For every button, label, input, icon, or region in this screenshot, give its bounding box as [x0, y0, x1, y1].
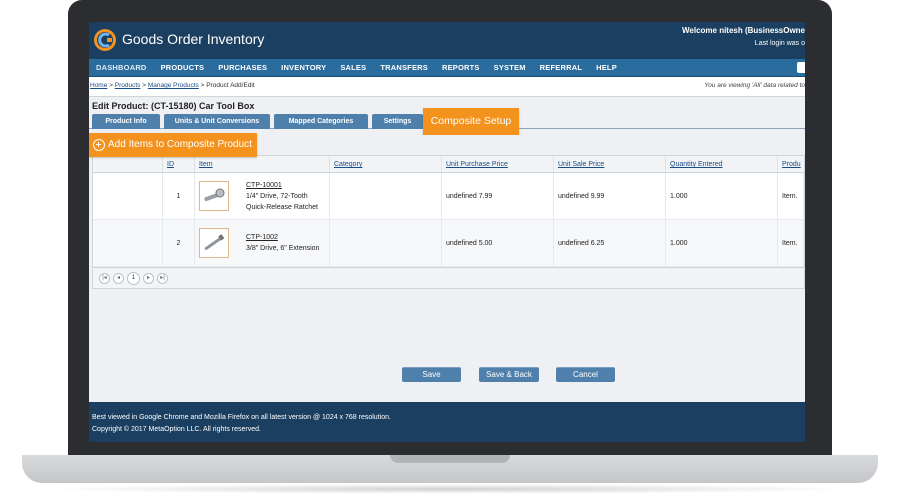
- tab-units-conversions[interactable]: Units & Unit Conversions: [164, 114, 270, 129]
- row-category: [330, 220, 442, 266]
- app-screen: Goods Order Inventory Welcome nitesh (Bu…: [89, 22, 805, 442]
- laptop-notch: [390, 455, 510, 463]
- table-row[interactable]: 1 CTP-10001 1/4" Drive, 72-Tooth Quick-R…: [93, 173, 804, 220]
- row-select-cell[interactable]: [93, 220, 163, 266]
- main-nav: DASHBOARD PRODUCTS PURCHASES INVENTORY S…: [89, 59, 805, 77]
- tab-product-info[interactable]: Product Info: [92, 114, 160, 129]
- cancel-button[interactable]: Cancel: [556, 367, 615, 382]
- column-header-item[interactable]: Item: [195, 156, 330, 172]
- column-header-id[interactable]: ID: [163, 156, 195, 172]
- nav-transfers[interactable]: TRANSFERS: [373, 63, 435, 72]
- row-unit-purchase-price: undefined 7.99: [442, 173, 554, 219]
- row-id: 2: [163, 220, 195, 266]
- footer-browser-note: Best viewed in Google Chrome and Mozilla…: [92, 414, 391, 421]
- grid-header-select: [93, 156, 163, 172]
- item-description: 1/4" Drive, 72-Tooth Quick-Release Ratch…: [246, 192, 318, 211]
- nav-purchases[interactable]: PURCHASES: [211, 63, 274, 72]
- first-page-icon[interactable]: |◂: [99, 273, 110, 284]
- row-item: CTP-1002 3/8" Drive, 6" Extension: [195, 220, 330, 266]
- ratchet-image: [199, 181, 229, 211]
- last-login-text: Last login was o: [754, 40, 805, 47]
- app-title: Goods Order Inventory: [122, 31, 265, 47]
- save-button[interactable]: Save: [402, 367, 461, 382]
- table-row[interactable]: 2 CTP-1002 3/8" Drive, 6" Extension unde…: [93, 220, 804, 267]
- add-items-button[interactable]: Add Items to Composite Product: [89, 133, 257, 157]
- footer-copyright: Copyright © 2017 MetaOption LLC. All rig…: [92, 426, 261, 433]
- row-id: 1: [163, 173, 195, 219]
- tab-mapped-categories[interactable]: Mapped Categories: [274, 114, 368, 129]
- save-back-button[interactable]: Save & Back: [479, 367, 539, 382]
- row-select-cell[interactable]: [93, 173, 163, 219]
- row-unit-sale-price: undefined 9.99: [554, 173, 666, 219]
- row-item: CTP-10001 1/4" Drive, 72-Tooth Quick-Rel…: [195, 173, 330, 219]
- nav-dashboard[interactable]: DASHBOARD: [89, 63, 154, 72]
- product-tabs: Product Info Units & Unit Conversions Ma…: [92, 114, 423, 129]
- item-text: CTP-10001 1/4" Drive, 72-Tooth Quick-Rel…: [246, 180, 326, 213]
- grid-pager: |◂ ◂ 1 ▸ ▸|: [92, 269, 805, 289]
- breadcrumb: Home > Products > Manage Products > Prod…: [90, 82, 255, 89]
- nav-help[interactable]: HELP: [589, 63, 624, 72]
- nav-reports[interactable]: REPORTS: [435, 63, 487, 72]
- nav-sales[interactable]: SALES: [333, 63, 373, 72]
- breadcrumb-home[interactable]: Home: [90, 82, 107, 89]
- viewing-note: You are viewing 'All' data related to: [704, 82, 805, 89]
- page-title: Edit Product: (CT-15180) Car Tool Box: [92, 101, 255, 111]
- row-product-type: Item.: [778, 173, 804, 219]
- item-code-link[interactable]: CTP-1002: [246, 234, 278, 241]
- extension-bar-image: [199, 228, 229, 258]
- item-description: 3/8" Drive, 6" Extension: [246, 245, 320, 252]
- add-items-label: Add Items to Composite Product: [108, 139, 252, 150]
- nav-system[interactable]: SYSTEM: [487, 63, 533, 72]
- row-quantity: 1.000: [666, 173, 778, 219]
- app-footer: Best viewed in Google Chrome and Mozilla…: [89, 402, 805, 442]
- tab-settings[interactable]: Settings: [372, 114, 423, 129]
- breadcrumb-products[interactable]: Products: [115, 82, 141, 89]
- row-unit-purchase-price: undefined 5.00: [442, 220, 554, 266]
- nav-referral[interactable]: REFERRAL: [533, 63, 589, 72]
- breadcrumb-bar: Home > Products > Manage Products > Prod…: [89, 77, 805, 97]
- breadcrumb-manage-products[interactable]: Manage Products: [148, 82, 199, 89]
- column-header-category[interactable]: Category: [330, 156, 442, 172]
- logo-icon[interactable]: [93, 28, 117, 52]
- next-page-icon[interactable]: ▸: [143, 273, 154, 284]
- item-text: CTP-1002 3/8" Drive, 6" Extension: [246, 232, 326, 254]
- current-page-number[interactable]: 1: [127, 272, 140, 285]
- app-header: Goods Order Inventory Welcome nitesh (Bu…: [89, 22, 805, 59]
- prev-page-icon[interactable]: ◂: [113, 273, 124, 284]
- nav-inventory[interactable]: INVENTORY: [274, 63, 333, 72]
- plus-circle-icon: [93, 139, 105, 151]
- nav-search-box[interactable]: [797, 62, 805, 73]
- last-page-icon[interactable]: ▸|: [157, 273, 168, 284]
- nav-products[interactable]: PRODUCTS: [154, 63, 212, 72]
- breadcrumb-current: Product Add/Edit: [206, 82, 255, 89]
- laptop-shadow: [40, 484, 860, 494]
- welcome-text: Welcome nitesh (BusinessOwne: [682, 26, 805, 35]
- column-header-unit-sale-price[interactable]: Unit Sale Price: [554, 156, 666, 172]
- form-actions-panel: [92, 289, 805, 402]
- row-category: [330, 173, 442, 219]
- column-header-quantity-entered[interactable]: Quantity Entered: [666, 156, 778, 172]
- tab-composite-setup[interactable]: Composite Setup: [423, 108, 519, 135]
- row-product-type: Item.: [778, 220, 804, 266]
- column-header-unit-purchase-price[interactable]: Unit Purchase Price: [442, 156, 554, 172]
- item-code-link[interactable]: CTP-10001: [246, 182, 282, 189]
- grid-header: ID Item Category Unit Purchase Price Uni…: [93, 156, 804, 173]
- column-header-product[interactable]: Produ: [778, 156, 804, 172]
- breadcrumb-separator: >: [140, 82, 148, 89]
- row-quantity: 1.000: [666, 220, 778, 266]
- breadcrumb-separator: >: [107, 82, 115, 89]
- composite-items-grid: ID Item Category Unit Purchase Price Uni…: [92, 155, 805, 268]
- row-unit-sale-price: undefined 6.25: [554, 220, 666, 266]
